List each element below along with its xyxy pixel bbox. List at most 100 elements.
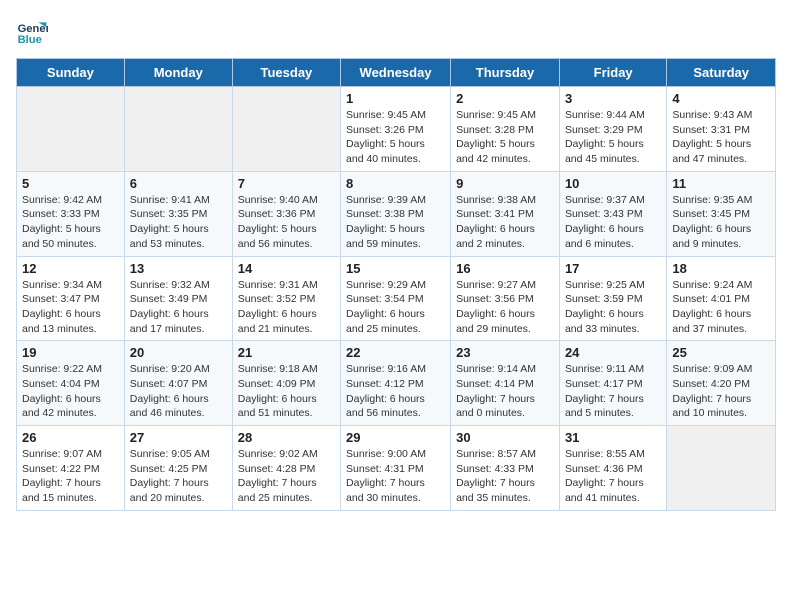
- day-number: 16: [456, 261, 554, 276]
- weekday-header-friday: Friday: [559, 59, 666, 87]
- logo: General Blue: [16, 16, 52, 48]
- calendar-cell: 23 Sunrise: 9:14 AM Sunset: 4:14 PM Dayli…: [451, 341, 560, 426]
- day-info: Sunrise: 9:02 AM Sunset: 4:28 PM Dayligh…: [238, 447, 335, 506]
- calendar-cell: 10 Sunrise: 9:37 AM Sunset: 3:43 PM Dayli…: [559, 171, 666, 256]
- day-info: Sunrise: 9:16 AM Sunset: 4:12 PM Dayligh…: [346, 362, 445, 421]
- day-info: Sunrise: 9:24 AM Sunset: 4:01 PM Dayligh…: [672, 278, 770, 337]
- calendar-cell: 7 Sunrise: 9:40 AM Sunset: 3:36 PM Daylig…: [232, 171, 340, 256]
- week-row-4: 19 Sunrise: 9:22 AM Sunset: 4:04 PM Dayli…: [17, 341, 776, 426]
- day-info: Sunrise: 9:07 AM Sunset: 4:22 PM Dayligh…: [22, 447, 119, 506]
- day-info: Sunrise: 9:09 AM Sunset: 4:20 PM Dayligh…: [672, 362, 770, 421]
- day-number: 5: [22, 176, 119, 191]
- day-number: 19: [22, 345, 119, 360]
- day-number: 26: [22, 430, 119, 445]
- day-number: 22: [346, 345, 445, 360]
- calendar-cell: 25 Sunrise: 9:09 AM Sunset: 4:20 PM Dayli…: [667, 341, 776, 426]
- calendar-cell: 11 Sunrise: 9:35 AM Sunset: 3:45 PM Dayli…: [667, 171, 776, 256]
- day-info: Sunrise: 9:25 AM Sunset: 3:59 PM Dayligh…: [565, 278, 661, 337]
- calendar-cell: [667, 426, 776, 511]
- day-number: 15: [346, 261, 445, 276]
- day-number: 28: [238, 430, 335, 445]
- day-info: Sunrise: 9:35 AM Sunset: 3:45 PM Dayligh…: [672, 193, 770, 252]
- day-number: 1: [346, 91, 445, 106]
- day-info: Sunrise: 9:00 AM Sunset: 4:31 PM Dayligh…: [346, 447, 445, 506]
- calendar-cell: 14 Sunrise: 9:31 AM Sunset: 3:52 PM Dayli…: [232, 256, 340, 341]
- day-number: 21: [238, 345, 335, 360]
- day-number: 9: [456, 176, 554, 191]
- day-number: 8: [346, 176, 445, 191]
- day-info: Sunrise: 9:45 AM Sunset: 3:28 PM Dayligh…: [456, 108, 554, 167]
- day-number: 2: [456, 91, 554, 106]
- day-info: Sunrise: 9:32 AM Sunset: 3:49 PM Dayligh…: [130, 278, 227, 337]
- day-number: 14: [238, 261, 335, 276]
- day-info: Sunrise: 9:29 AM Sunset: 3:54 PM Dayligh…: [346, 278, 445, 337]
- weekday-header-sunday: Sunday: [17, 59, 125, 87]
- weekday-header-tuesday: Tuesday: [232, 59, 340, 87]
- day-info: Sunrise: 9:22 AM Sunset: 4:04 PM Dayligh…: [22, 362, 119, 421]
- day-info: Sunrise: 9:38 AM Sunset: 3:41 PM Dayligh…: [456, 193, 554, 252]
- calendar-cell: 9 Sunrise: 9:38 AM Sunset: 3:41 PM Daylig…: [451, 171, 560, 256]
- day-info: Sunrise: 9:14 AM Sunset: 4:14 PM Dayligh…: [456, 362, 554, 421]
- calendar-cell: 24 Sunrise: 9:11 AM Sunset: 4:17 PM Dayli…: [559, 341, 666, 426]
- day-info: Sunrise: 9:34 AM Sunset: 3:47 PM Dayligh…: [22, 278, 119, 337]
- calendar-cell: 29 Sunrise: 9:00 AM Sunset: 4:31 PM Dayli…: [341, 426, 451, 511]
- weekday-header-saturday: Saturday: [667, 59, 776, 87]
- day-number: 12: [22, 261, 119, 276]
- weekday-header-wednesday: Wednesday: [341, 59, 451, 87]
- header: General Blue: [16, 16, 776, 48]
- day-number: 23: [456, 345, 554, 360]
- calendar-cell: 22 Sunrise: 9:16 AM Sunset: 4:12 PM Dayli…: [341, 341, 451, 426]
- calendar-cell: 5 Sunrise: 9:42 AM Sunset: 3:33 PM Daylig…: [17, 171, 125, 256]
- day-info: Sunrise: 9:39 AM Sunset: 3:38 PM Dayligh…: [346, 193, 445, 252]
- day-number: 25: [672, 345, 770, 360]
- calendar-cell: 4Sunrise: 9:43 AM Sunset: 3:31 PM Daylig…: [667, 87, 776, 172]
- day-info: Sunrise: 9:18 AM Sunset: 4:09 PM Dayligh…: [238, 362, 335, 421]
- calendar-cell: [17, 87, 125, 172]
- calendar-cell: 8 Sunrise: 9:39 AM Sunset: 3:38 PM Daylig…: [341, 171, 451, 256]
- day-info: Sunrise: 9:42 AM Sunset: 3:33 PM Dayligh…: [22, 193, 119, 252]
- day-number: 7: [238, 176, 335, 191]
- calendar-cell: [232, 87, 340, 172]
- day-number: 10: [565, 176, 661, 191]
- day-info: Sunrise: 8:55 AM Sunset: 4:36 PM Dayligh…: [565, 447, 661, 506]
- day-number: 29: [346, 430, 445, 445]
- calendar-table: SundayMondayTuesdayWednesdayThursdayFrid…: [16, 58, 776, 511]
- day-number: 31: [565, 430, 661, 445]
- day-number: 6: [130, 176, 227, 191]
- calendar-cell: 1 Sunrise: 9:45 AM Sunset: 3:26 PM Daylig…: [341, 87, 451, 172]
- calendar-cell: 26 Sunrise: 9:07 AM Sunset: 4:22 PM Dayli…: [17, 426, 125, 511]
- calendar-cell: 16 Sunrise: 9:27 AM Sunset: 3:56 PM Dayli…: [451, 256, 560, 341]
- calendar-cell: 6Sunrise: 9:41 AM Sunset: 3:35 PM Daylig…: [124, 171, 232, 256]
- day-number: 24: [565, 345, 661, 360]
- day-info: Sunrise: 9:31 AM Sunset: 3:52 PM Dayligh…: [238, 278, 335, 337]
- weekday-header-thursday: Thursday: [451, 59, 560, 87]
- day-info: Sunrise: 9:27 AM Sunset: 3:56 PM Dayligh…: [456, 278, 554, 337]
- day-info: Sunrise: 9:40 AM Sunset: 3:36 PM Dayligh…: [238, 193, 335, 252]
- calendar-cell: 18 Sunrise: 9:24 AM Sunset: 4:01 PM Dayli…: [667, 256, 776, 341]
- day-number: 4: [672, 91, 770, 106]
- calendar-cell: 28 Sunrise: 9:02 AM Sunset: 4:28 PM Dayli…: [232, 426, 340, 511]
- calendar-cell: 15 Sunrise: 9:29 AM Sunset: 3:54 PM Dayli…: [341, 256, 451, 341]
- day-number: 30: [456, 430, 554, 445]
- logo-icon: General Blue: [16, 16, 48, 48]
- day-info: Sunrise: 9:37 AM Sunset: 3:43 PM Dayligh…: [565, 193, 661, 252]
- day-info: Sunrise: 9:05 AM Sunset: 4:25 PM Dayligh…: [130, 447, 227, 506]
- day-number: 17: [565, 261, 661, 276]
- day-number: 20: [130, 345, 227, 360]
- calendar-cell: 20Sunrise: 9:20 AM Sunset: 4:07 PM Dayli…: [124, 341, 232, 426]
- day-number: 13: [130, 261, 227, 276]
- calendar-cell: 13 Sunrise: 9:32 AM Sunset: 3:49 PM Dayli…: [124, 256, 232, 341]
- weekday-header-monday: Monday: [124, 59, 232, 87]
- calendar-cell: 19 Sunrise: 9:22 AM Sunset: 4:04 PM Dayli…: [17, 341, 125, 426]
- day-info: Sunrise: 9:11 AM Sunset: 4:17 PM Dayligh…: [565, 362, 661, 421]
- calendar-cell: 3Sunrise: 9:44 AM Sunset: 3:29 PM Daylig…: [559, 87, 666, 172]
- day-info: Sunrise: 8:57 AM Sunset: 4:33 PM Dayligh…: [456, 447, 554, 506]
- calendar-cell: 31 Sunrise: 8:55 AM Sunset: 4:36 PM Dayli…: [559, 426, 666, 511]
- svg-text:Blue: Blue: [18, 34, 42, 46]
- calendar-cell: 12 Sunrise: 9:34 AM Sunset: 3:47 PM Dayli…: [17, 256, 125, 341]
- day-number: 27: [130, 430, 227, 445]
- day-number: 11: [672, 176, 770, 191]
- day-info: Sunrise: 9:45 AM Sunset: 3:26 PM Dayligh…: [346, 108, 445, 167]
- day-number: 3: [565, 91, 661, 106]
- day-number: 18: [672, 261, 770, 276]
